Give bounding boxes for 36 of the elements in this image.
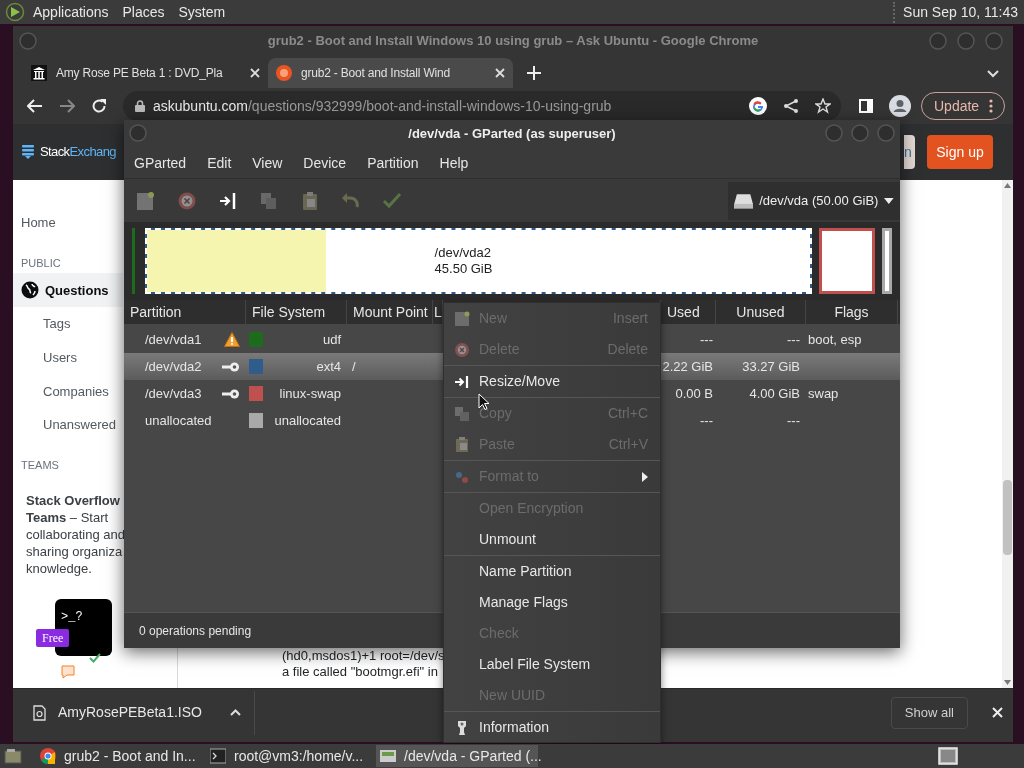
table-cell-text: 33.27 GiB: [742, 357, 800, 376]
table-cell-text: swap: [808, 384, 839, 403]
table-cell-text: unallocated: [274, 411, 341, 430]
answer-text: a file called "bootmgr.efi" in: [282, 664, 438, 680]
tab-title: Amy Rose PE Beta 1 : DVD_Pla: [56, 65, 223, 82]
table-cell-text: udf: [322, 330, 341, 349]
tab-title: grub2 - Boot and Install Wind: [301, 65, 450, 82]
window-title: grub2 - Boot and Install Windows 10 using grub – Ask Ubuntu - Google Chrome: [267, 32, 759, 51]
table-cell-text: /dev/vda1: [145, 330, 202, 349]
url-text: askubuntu.com/questions/932999/boot-and-install-windows-10-using-grub: [153, 96, 613, 116]
table-cell-text: unallocated: [145, 411, 212, 430]
table-cell-text: ---: [787, 411, 800, 430]
table-cell-text: 2.22 GiB: [662, 357, 713, 376]
table-cell-text: 4.00 GiB: [749, 384, 800, 403]
free-badge: Free: [36, 628, 70, 647]
table-cell-text: ext4: [316, 357, 341, 376]
status-text: 0 operations pending: [139, 622, 252, 640]
answer-text: (hd0,msdos1)+1 root=/dev/s: [282, 648, 445, 664]
nav-heading: PUBLIC: [21, 255, 61, 271]
terminal-prompt: >_?: [61, 609, 83, 624]
table-cell-text: boot, esp: [808, 330, 862, 349]
table-cell-text: /dev/vda2: [145, 357, 202, 376]
teams-promo-text: Stack Overflow Teams – Start collaborating and sharing organiza knowledge.: [25, 491, 127, 577]
download-filename: AmyRosePEBeta1.ISO: [58, 703, 202, 722]
table-cell-text: ---: [787, 330, 800, 349]
nav-heading: TEAMS: [21, 458, 59, 474]
table-cell-text: /: [352, 357, 356, 376]
table-cell-text: ---: [700, 411, 713, 430]
partition-size: 45.50 GiB: [434, 261, 493, 277]
table-cell-text: ---: [700, 330, 713, 349]
table-cell-text: 0.00 B: [675, 384, 713, 403]
clock: Sun Sep 10, 11:43: [893, 1, 1018, 23]
table-cell-text: /dev/vda3: [145, 384, 202, 403]
partition-name: /dev/vda2: [434, 245, 492, 261]
window-title: /dev/vda - GParted (as superuser): [408, 125, 616, 144]
table-cell-text: linux-swap: [279, 384, 341, 403]
